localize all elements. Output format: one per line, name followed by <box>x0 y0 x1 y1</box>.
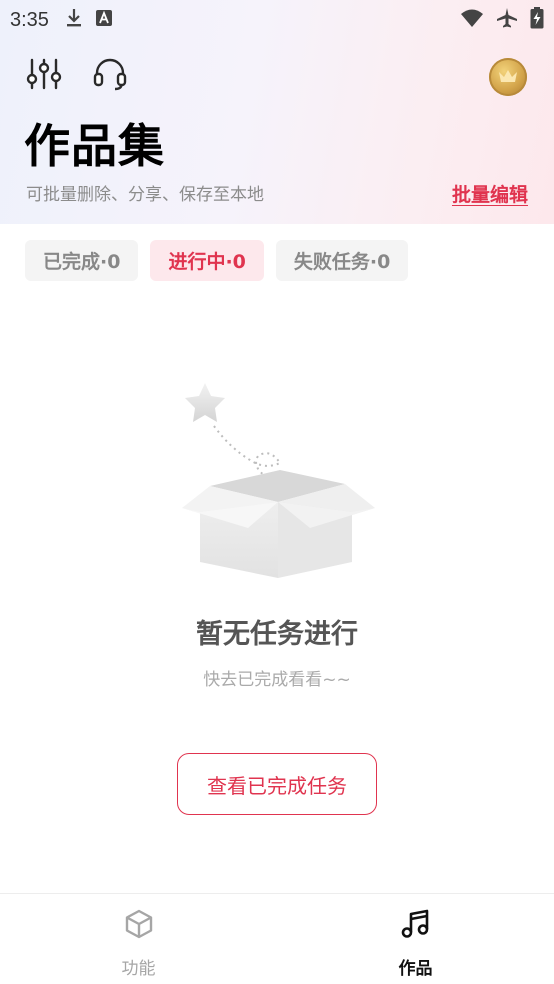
sliders-icon <box>26 57 62 95</box>
empty-box-star-illustration <box>170 378 385 588</box>
status-time: 3:35 <box>10 8 49 31</box>
task-tabs: 已完成·0 进行中·0 失败任务·0 <box>25 240 409 281</box>
nav-item-features[interactable]: 功能 <box>0 894 277 984</box>
batch-edit-link[interactable]: 批量编辑 <box>452 180 528 207</box>
view-completed-tasks-button[interactable]: 查看已完成任务 <box>177 753 377 815</box>
bottom-nav: 功能 作品 <box>0 893 554 984</box>
battery-charging-icon <box>530 7 544 33</box>
tab-failed[interactable]: 失败任务·0 <box>275 240 409 281</box>
status-bar: 3:35 <box>0 0 554 40</box>
nav-item-works[interactable]: 作品 <box>277 894 554 984</box>
empty-state-subtitle: 快去已完成看看~~ <box>203 670 351 690</box>
page-title: 作品集 <box>24 119 165 173</box>
crown-icon <box>498 68 518 87</box>
empty-state-title: 暂无任务进行 <box>196 619 358 650</box>
nav-label-works: 作品 <box>398 959 433 979</box>
customer-service-button[interactable] <box>92 58 128 94</box>
music-note-icon <box>400 908 432 944</box>
tab-completed[interactable]: 已完成·0 <box>25 240 139 281</box>
a-icon <box>95 9 113 31</box>
airplane-icon <box>496 7 518 33</box>
wifi-icon <box>460 8 484 32</box>
settings-sliders-button[interactable] <box>26 58 62 94</box>
page-subtitle: 可批量删除、分享、保存至本地 <box>26 185 264 205</box>
download-icon <box>65 8 83 32</box>
headset-icon <box>92 56 128 96</box>
vip-avatar[interactable] <box>489 58 527 96</box>
cube-icon <box>123 908 155 944</box>
nav-label-features: 功能 <box>121 959 156 979</box>
tab-in-progress[interactable]: 进行中·0 <box>150 240 264 281</box>
